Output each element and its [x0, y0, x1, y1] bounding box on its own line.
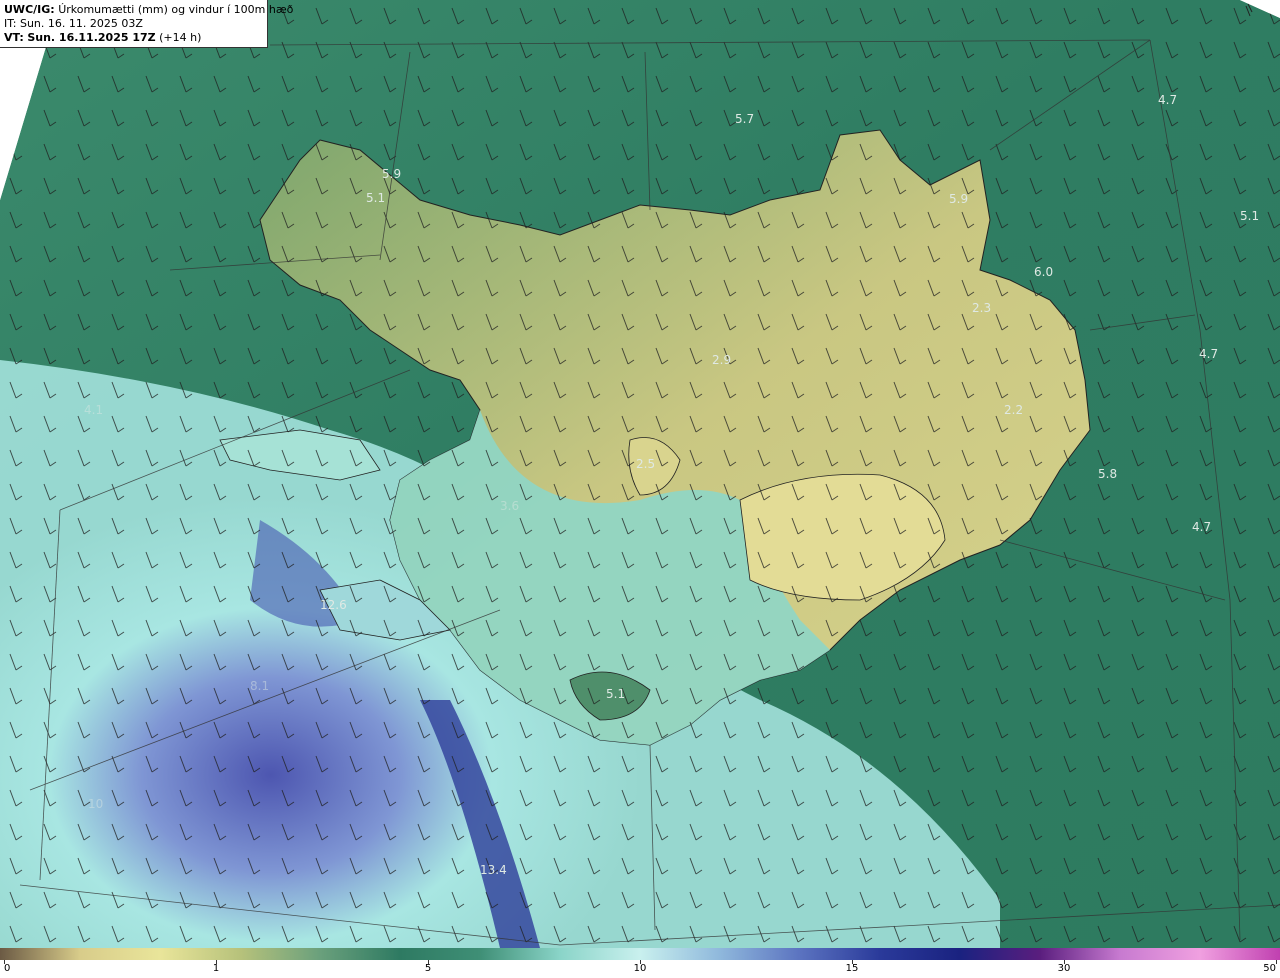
colorbar-tick-label: 10: [633, 963, 647, 974]
value-label: 4.7: [1199, 347, 1218, 361]
value-label: 5.7: [735, 112, 754, 126]
colorbar-tick-label: 15: [845, 963, 859, 974]
value-label: 4.7: [1158, 93, 1177, 107]
model-name: UWC/IG:: [4, 3, 55, 16]
value-label: 2.3: [972, 301, 991, 315]
value-label: 5.1: [606, 687, 625, 701]
value-label: 2.5: [636, 457, 655, 471]
colorbar-tick-label: 0: [4, 963, 11, 974]
colorbar-tick: [1276, 960, 1277, 964]
value-label-faint: 3.6: [500, 499, 519, 513]
value-label: 12.6: [320, 598, 347, 612]
colorbar-tick-label: 50: [1263, 963, 1276, 974]
colorbar-tick-row: 0 1 5 10 15 30 50: [0, 960, 1280, 978]
init-time-line: IT: Sun. 16. 11. 2025 03Z: [4, 17, 263, 31]
colorbar-tick-label: 5: [424, 963, 432, 974]
valid-time-label: VT:: [4, 31, 24, 44]
value-label: 2.2: [1004, 403, 1023, 417]
valid-time-line: VT: Sun. 16.11.2025 17Z (+14 h): [4, 31, 263, 45]
value-label: 5.1: [1240, 209, 1259, 223]
value-label: 5.1: [366, 191, 385, 205]
value-label-faint: 10: [88, 797, 103, 811]
value-label-faint: 8.1: [250, 679, 269, 693]
map-canvas: 4.7 5.7 5.9 5.1 5.9 5.1 6.0 2.3 4.7 2.9 …: [0, 0, 1280, 948]
value-label: 5.9: [382, 167, 401, 181]
value-label: 2.9: [712, 353, 731, 367]
forecast-offset: (+14 h): [159, 31, 202, 44]
value-label: 6.0: [1034, 265, 1053, 279]
map-info-box: UWC/IG: Úrkomumætti (mm) og vindur í 100…: [0, 0, 293, 48]
value-label-faint: 4.1: [84, 403, 103, 417]
valid-time: Sun. 16.11.2025 17Z: [27, 31, 156, 44]
weather-map[interactable]: 4.7 5.7 5.9 5.1 5.9 5.1 6.0 2.3 4.7 2.9 …: [0, 0, 1280, 948]
colorbar-tick-label: 1: [212, 963, 220, 974]
init-time: Sun. 16. 11. 2025 03Z: [19, 17, 143, 30]
value-label: 4.7: [1192, 520, 1211, 534]
map-title: Úrkomumætti (mm) og vindur í 100m hæð: [58, 3, 294, 16]
value-label: 5.9: [949, 192, 968, 206]
value-label: 13.4: [480, 863, 507, 877]
colorbar-tick-label: 30: [1057, 963, 1071, 974]
title-line: UWC/IG: Úrkomumætti (mm) og vindur í 100…: [4, 3, 293, 17]
precip-colorbar: [0, 948, 1280, 960]
value-label: 5.8: [1098, 467, 1117, 481]
init-time-label: IT:: [4, 17, 17, 30]
